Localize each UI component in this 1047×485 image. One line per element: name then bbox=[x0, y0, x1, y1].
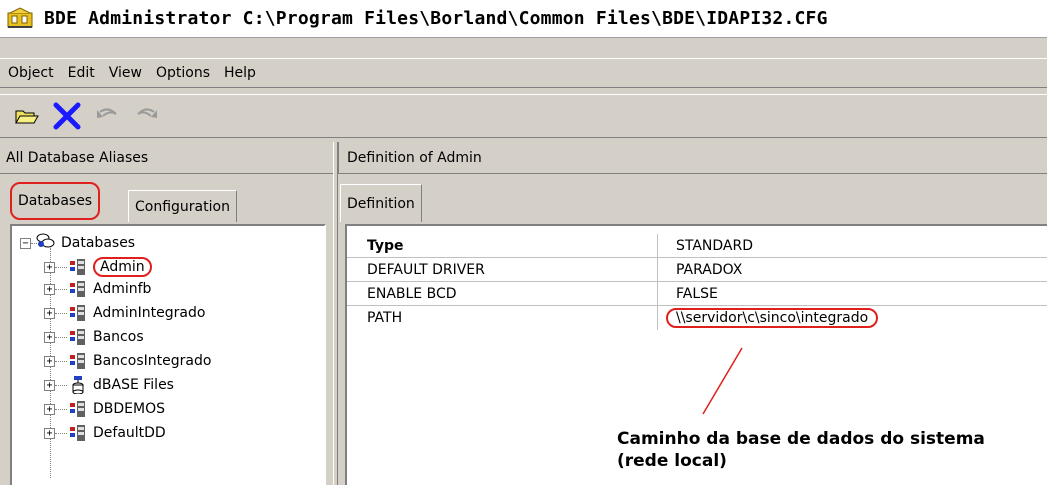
tree-item-label: Admin bbox=[93, 257, 152, 277]
grid-value[interactable]: PARADOX bbox=[658, 258, 1038, 282]
menu-view[interactable]: View bbox=[109, 65, 142, 81]
grid-row-enable-bcd[interactable]: ENABLE BCD FALSE bbox=[347, 282, 1047, 306]
database-tree[interactable]: − Databases + Admin + Adminfb + AdminInt… bbox=[10, 224, 326, 485]
menu-edit[interactable]: Edit bbox=[68, 65, 95, 81]
open-folder-icon[interactable] bbox=[10, 99, 44, 133]
database-alias-icon bbox=[69, 280, 87, 298]
tree-item-label: BancosIntegrado bbox=[93, 353, 212, 369]
tab-definition[interactable]: Definition bbox=[340, 184, 422, 222]
tab-configuration[interactable]: Configuration bbox=[128, 190, 237, 222]
tree-item-dbase-files[interactable]: + dBASE Files bbox=[44, 374, 174, 396]
tree-item-label: dBASE Files bbox=[93, 377, 174, 393]
menu-bar: Object Edit View Options Help bbox=[0, 58, 1047, 88]
grid-row-type[interactable]: Type STANDARD bbox=[347, 234, 1047, 258]
tree-item-adminintegrado[interactable]: + AdminIntegrado bbox=[44, 302, 205, 324]
database-alias-icon bbox=[69, 352, 87, 370]
expand-icon[interactable]: + bbox=[44, 355, 55, 367]
expand-icon[interactable]: + bbox=[44, 331, 55, 343]
toolbar bbox=[0, 94, 1047, 138]
tree-root-label: Databases bbox=[61, 235, 136, 251]
tree-item-adminfb[interactable]: + Adminfb bbox=[44, 278, 151, 300]
tree-item-dbdemos[interactable]: + DBDEMOS bbox=[44, 398, 165, 420]
grid-key: ENABLE BCD bbox=[347, 282, 658, 306]
database-alias-icon bbox=[69, 304, 87, 322]
database-alias-icon bbox=[69, 258, 87, 276]
titlebar-gap bbox=[0, 38, 1047, 58]
grid-key: PATH bbox=[347, 306, 658, 330]
tree-item-label: Bancos bbox=[93, 329, 144, 345]
grid-value[interactable]: STANDARD bbox=[658, 234, 1038, 258]
grid-row-default-driver[interactable]: DEFAULT DRIVER PARADOX bbox=[347, 258, 1047, 282]
tree-item-bancos[interactable]: + Bancos bbox=[44, 326, 144, 348]
bde-app-icon bbox=[6, 6, 34, 31]
menu-options[interactable]: Options bbox=[156, 65, 210, 81]
expand-icon[interactable]: + bbox=[44, 283, 55, 295]
tab-databases[interactable]: Databases bbox=[10, 182, 101, 220]
tree-item-bancosintegrado[interactable]: + BancosIntegrado bbox=[44, 350, 211, 372]
tree-item-label: DBDEMOS bbox=[93, 401, 165, 417]
grid-row-path[interactable]: PATH \\servidor\c\sinco\integrado bbox=[347, 306, 1047, 330]
redo-icon[interactable] bbox=[130, 99, 164, 133]
dbase-driver-icon bbox=[69, 376, 87, 395]
expand-icon[interactable]: + bbox=[44, 261, 55, 273]
left-panel-header: All Database Aliases bbox=[0, 142, 333, 174]
panel-splitter[interactable] bbox=[333, 142, 338, 485]
grid-key: Type bbox=[347, 234, 658, 258]
tree-item-label: AdminIntegrado bbox=[93, 305, 206, 321]
database-alias-icon bbox=[69, 424, 87, 442]
databases-root-icon bbox=[35, 232, 55, 254]
annotation-line-2: (rede local) bbox=[617, 451, 727, 471]
tree-root[interactable]: − Databases bbox=[20, 232, 135, 254]
annotation-line-1: Caminho da base de dados do sistema bbox=[617, 429, 985, 449]
tree-item-defaultdd[interactable]: + DefaultDD bbox=[44, 422, 166, 444]
grid-value-path[interactable]: \\servidor\c\sinco\integrado bbox=[658, 306, 1038, 330]
delete-x-icon[interactable] bbox=[50, 99, 84, 133]
menu-object[interactable]: Object bbox=[8, 65, 54, 81]
right-panel-header: Definition of Admin bbox=[338, 142, 1047, 174]
database-alias-icon bbox=[69, 328, 87, 346]
window-title: BDE Administrator C:\Program Files\Borla… bbox=[44, 8, 828, 29]
tree-item-admin[interactable]: + Admin bbox=[44, 256, 152, 278]
expand-icon[interactable]: + bbox=[44, 403, 55, 415]
grid-value[interactable]: FALSE bbox=[658, 282, 1038, 306]
tree-item-label: Adminfb bbox=[93, 281, 152, 297]
menu-help[interactable]: Help bbox=[224, 65, 256, 81]
annotation-text: Caminho da base de dados do sistema (red… bbox=[617, 428, 1045, 472]
expand-icon[interactable]: + bbox=[44, 379, 55, 391]
undo-icon[interactable] bbox=[90, 99, 124, 133]
path-value-highlight: \\servidor\c\sinco\integrado bbox=[666, 308, 879, 328]
expand-icon[interactable]: + bbox=[44, 307, 55, 319]
database-alias-icon bbox=[69, 400, 87, 418]
tree-item-label: DefaultDD bbox=[93, 425, 166, 441]
grid-key: DEFAULT DRIVER bbox=[347, 258, 658, 282]
window-titlebar: BDE Administrator C:\Program Files\Borla… bbox=[0, 0, 1047, 38]
collapse-icon[interactable]: − bbox=[20, 237, 31, 249]
expand-icon[interactable]: + bbox=[44, 427, 55, 439]
